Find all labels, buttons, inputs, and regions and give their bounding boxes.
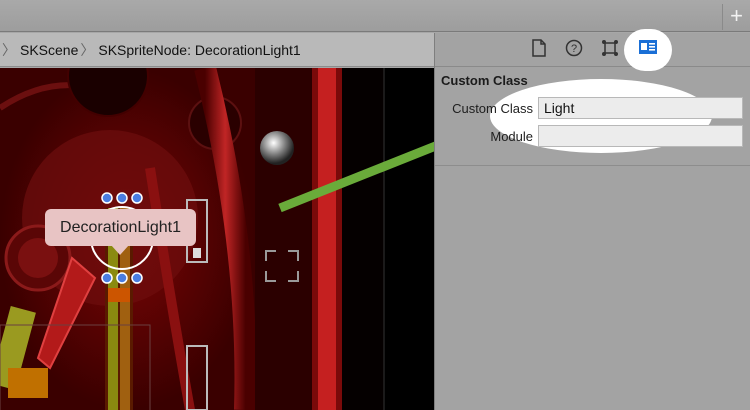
node-name-label: DecorationLight1	[60, 219, 181, 236]
tab-strip: +	[0, 0, 750, 32]
module-field[interactable]	[538, 125, 743, 147]
jump-bar: 〉 SKScene 〉 SKSpriteNode: DecorationLigh…	[0, 33, 434, 67]
svg-text:?: ?	[571, 43, 577, 55]
identity-card-icon[interactable]	[637, 39, 659, 61]
attributes-icon[interactable]	[599, 39, 621, 61]
breadcrumb-sprite-node[interactable]: SKSpriteNode: DecorationLight1	[98, 42, 300, 58]
section-title: Custom Class	[441, 73, 528, 88]
chevron-right-icon: 〉	[2, 41, 16, 58]
document-icon[interactable]	[528, 39, 550, 61]
add-tab-button[interactable]: +	[722, 4, 750, 30]
node-name-callout: DecorationLight1	[45, 209, 196, 255]
custom-class-label: Custom Class	[452, 101, 533, 116]
plus-icon: +	[730, 3, 743, 28]
inspector-panel: ? Custom Class Custom Class Module	[434, 29, 750, 410]
module-label: Module	[490, 129, 533, 144]
breadcrumb-scene[interactable]: SKScene	[20, 42, 78, 58]
inspector-tabs: ?	[435, 29, 750, 71]
section-divider	[435, 165, 750, 166]
chevron-right-icon: 〉	[80, 41, 95, 58]
question-icon[interactable]: ?	[563, 39, 585, 61]
scene-canvas[interactable]: DecorationLight1	[0, 68, 434, 410]
custom-class-field[interactable]	[538, 97, 743, 119]
